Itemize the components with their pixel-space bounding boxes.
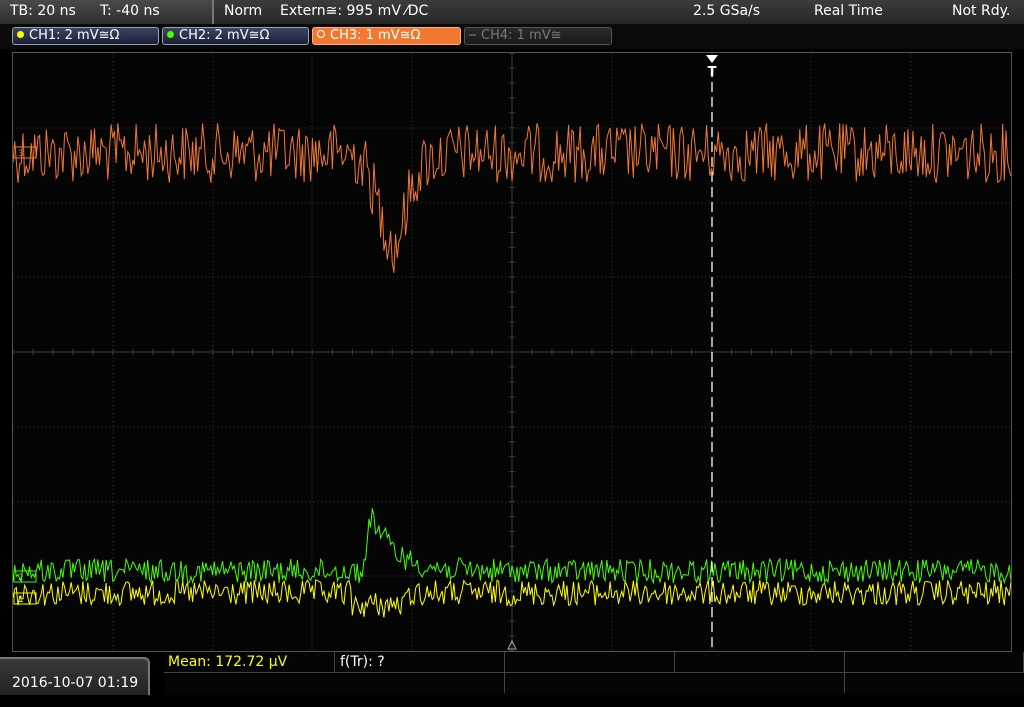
- timebase-readout[interactable]: TB: 20 ns: [10, 3, 76, 19]
- datetime-display: 2016-10-07 01:19: [0, 657, 150, 695]
- empty-meas-cell-3[interactable]: [844, 652, 1024, 673]
- ch3-dot-icon: [317, 30, 325, 38]
- sample-rate: 2.5 GSa/s: [693, 3, 761, 19]
- acquisition-mode[interactable]: Norm: [224, 3, 262, 19]
- ch3-ref-label: 3: [18, 149, 24, 159]
- ch3-label: CH3: 1 mV≅Ω: [330, 28, 421, 43]
- mean-measurement: Mean: 172.72 µV: [168, 654, 288, 670]
- trigger-marker-label: T: [708, 65, 717, 80]
- waveform-display[interactable]: T 3 2 1: [12, 52, 1012, 652]
- ch2-ref-marker[interactable]: 2: [13, 570, 37, 583]
- tab-ch1[interactable]: CH1: 2 mV≅Ω: [12, 27, 159, 45]
- measurement-panel: Mean: 172.72 µV f(Tr): ?: [164, 652, 1024, 695]
- ch1-dot-icon: [17, 31, 24, 38]
- ch3-ref-marker[interactable]: 3: [13, 146, 37, 159]
- empty-meas-cell-2[interactable]: [674, 652, 845, 673]
- ch1-ref-marker[interactable]: 1: [13, 592, 37, 605]
- ch1-ref-label: 1: [18, 595, 24, 605]
- ch2-dot-icon: [167, 31, 174, 38]
- ch2-ref-label: 2: [18, 573, 24, 583]
- empty-meas-cell-6[interactable]: [844, 673, 1023, 693]
- ready-status: Not Rdy.: [952, 3, 1011, 19]
- rise-time-measurement: f(Tr): ?: [340, 654, 385, 670]
- tab-ch4[interactable]: CH4: 1 mV≅: [464, 27, 612, 45]
- tab-ch3[interactable]: CH3: 1 mV≅Ω: [312, 27, 461, 45]
- tab-ch2[interactable]: CH2: 2 mV≅Ω: [162, 27, 309, 45]
- trigger-time-readout[interactable]: T: -40 ns: [100, 3, 160, 19]
- status-bar: TB: 20 ns T: -40 ns Norm Extern≅: 995 mV…: [0, 0, 1024, 25]
- waveform-canvas: T 3 2 1: [13, 53, 1011, 651]
- graticule: [13, 53, 1011, 651]
- empty-meas-cell-1[interactable]: [504, 652, 675, 673]
- trigger-source[interactable]: Extern≅: 995 mV ⁄DC: [280, 3, 428, 19]
- ch4-dash-icon: [469, 34, 476, 36]
- ch2-label: CH2: 2 mV≅Ω: [179, 28, 270, 43]
- empty-meas-cell-4[interactable]: [164, 673, 505, 693]
- ch1-label: CH1: 2 mV≅Ω: [29, 28, 120, 43]
- channel-tab-row: CH1: 2 mV≅Ω CH2: 2 mV≅Ω CH3: 1 mV≅Ω CH4:…: [0, 24, 1024, 49]
- ch4-label: CH4: 1 mV≅: [481, 28, 562, 43]
- acq-realtime-mode: Real Time: [814, 3, 883, 19]
- trigger-arrow-icon[interactable]: [706, 55, 718, 63]
- empty-meas-cell-5[interactable]: [504, 673, 845, 693]
